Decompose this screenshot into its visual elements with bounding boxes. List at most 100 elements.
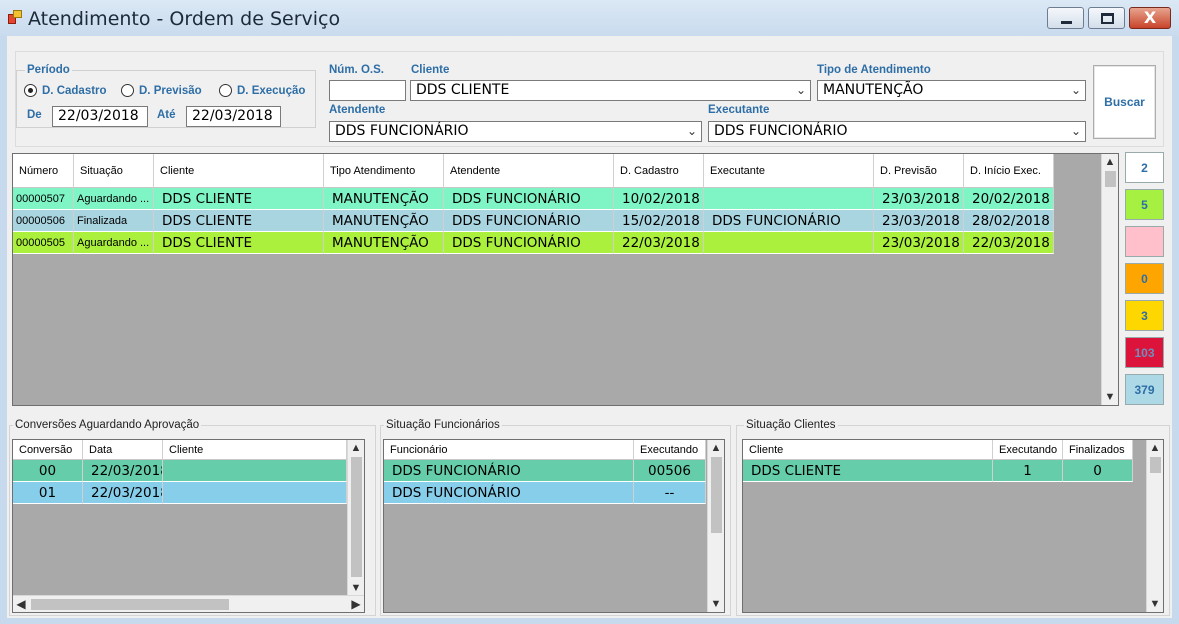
cell-tipo: MANUTENÇÃO — [324, 188, 444, 210]
table-row[interactable]: 00000505 Aguardando ... DDS CLIENTE MANUTEN… — [13, 232, 1054, 254]
ate-date-input[interactable]: 22/03/2018 — [186, 106, 281, 127]
tipo-atendimento-label: Tipo de Atendimento — [817, 64, 931, 76]
cell-situacao: Aguardando ... — [74, 188, 154, 210]
column-header[interactable]: Tipo Atendimento — [324, 154, 444, 188]
atendente-label: Atendente — [329, 104, 386, 116]
de-date-input[interactable]: 22/03/2018 — [52, 106, 148, 127]
scroll-down-icon[interactable]: ▼ — [708, 596, 724, 612]
radio-d-previsao[interactable]: D. Previsão — [121, 84, 202, 97]
minimize-button[interactable] — [1047, 7, 1084, 29]
scroll-down-icon[interactable]: ▼ — [348, 580, 364, 596]
column-header[interactable]: Cliente — [163, 440, 347, 460]
status-counter[interactable]: 379 — [1125, 374, 1164, 405]
de-label: De — [27, 109, 42, 121]
column-header[interactable]: Cliente — [154, 154, 324, 188]
radio-d-cadastro[interactable]: D. Cadastro — [24, 84, 107, 97]
column-header[interactable]: Cliente — [743, 440, 993, 460]
status-counter[interactable]: 3 — [1125, 300, 1164, 331]
scrollbar-thumb[interactable] — [31, 599, 229, 610]
buscar-button[interactable]: Buscar — [1093, 65, 1156, 139]
status-counter[interactable]: 2 — [1125, 152, 1164, 183]
radio-label: D. Cadastro — [42, 84, 107, 97]
column-header[interactable]: Número — [13, 154, 74, 188]
clientes-grid-header: Cliente Executando Finalizados — [743, 440, 1133, 460]
funcionarios-grid[interactable]: Funcionário Executando DDS FUNCIONÁRIO 005… — [383, 439, 725, 613]
scroll-down-icon[interactable]: ▼ — [1147, 596, 1163, 612]
scrollbar-thumb[interactable] — [1150, 457, 1161, 473]
cell-cliente: DDS CLIENTE — [743, 460, 993, 482]
scroll-up-icon[interactable]: ▲ — [348, 440, 364, 456]
cliente-select-value: DDS CLIENTE — [416, 82, 510, 98]
num-os-input[interactable] — [329, 80, 406, 101]
cell-executante — [704, 188, 874, 210]
executante-label: Executante — [708, 104, 770, 116]
radio-label: D. Execução — [237, 84, 306, 97]
scrollbar-thumb[interactable] — [711, 457, 722, 533]
scroll-right-icon[interactable]: ▶ — [348, 596, 364, 612]
table-row[interactable]: 01 22/03/2018 — [13, 482, 347, 504]
column-header[interactable]: Executando — [634, 440, 706, 460]
cell-cliente: DDS CLIENTE — [154, 232, 324, 254]
clientes-vertical-scrollbar[interactable]: ▲ ▼ — [1146, 440, 1163, 612]
scroll-up-icon[interactable]: ▲ — [708, 440, 724, 456]
column-header[interactable]: Executante — [704, 154, 874, 188]
status-counter[interactable] — [1125, 226, 1164, 257]
column-header[interactable]: Funcionário — [384, 440, 634, 460]
maximize-button[interactable] — [1088, 7, 1125, 29]
scroll-up-icon[interactable]: ▲ — [1147, 440, 1163, 456]
cell-finalizados: 0 — [1063, 460, 1133, 482]
executante-value: DDS FUNCIONÁRIO — [714, 123, 848, 139]
radio-d-execucao[interactable]: D. Execução — [219, 84, 305, 97]
cell-conversao: 01 — [13, 482, 83, 504]
conversoes-horizontal-scrollbar[interactable]: ◀ ▶ — [13, 595, 364, 612]
table-row[interactable]: DDS FUNCIONÁRIO 00506 — [384, 460, 706, 482]
scroll-up-icon[interactable]: ▲ — [1102, 154, 1118, 170]
conversoes-title: Conversões Aguardando Aprovação — [13, 419, 202, 431]
executante-select[interactable]: DDS FUNCIONÁRIO ⌄ — [708, 121, 1086, 142]
funcionarios-vertical-scrollbar[interactable]: ▲ ▼ — [707, 440, 724, 612]
orders-vertical-scrollbar[interactable]: ▲ ▼ — [1101, 154, 1118, 405]
cell-d_previsao: 23/03/2018 — [874, 210, 964, 232]
tipo-atendimento-select[interactable]: MANUTENÇÃO ⌄ — [817, 80, 1086, 101]
cell-cliente: DDS CLIENTE — [154, 210, 324, 232]
cell-funcionario: DDS FUNCIONÁRIO — [384, 460, 634, 482]
status-counter[interactable]: 103 — [1125, 337, 1164, 368]
status-counter[interactable]: 0 — [1125, 263, 1164, 294]
column-header[interactable]: Conversão — [13, 440, 83, 460]
num-os-label: Núm. O.S. — [329, 64, 384, 76]
chevron-down-icon: ⌄ — [1070, 124, 1081, 138]
cliente-select[interactable]: DDS CLIENTE ⌄ — [410, 80, 811, 101]
scrollbar-thumb[interactable] — [1105, 171, 1116, 187]
funcionarios-grid-header: Funcionário Executando — [384, 440, 706, 460]
clientes-grid[interactable]: Cliente Executando Finalizados DDS CLIENTE… — [742, 439, 1164, 613]
column-header[interactable]: Data — [83, 440, 163, 460]
column-header[interactable]: Finalizados — [1063, 440, 1133, 460]
chevron-down-icon: ⌄ — [1070, 83, 1081, 97]
column-header[interactable]: D. Previsão — [874, 154, 964, 188]
periodo-legend: Período — [25, 64, 72, 76]
atendente-select[interactable]: DDS FUNCIONÁRIO ⌄ — [329, 121, 702, 142]
scroll-left-icon[interactable]: ◀ — [13, 596, 29, 612]
table-row[interactable]: 00000506 Finalizada DDS CLIENTE MANUTENÇÃO D… — [13, 210, 1054, 232]
close-button[interactable]: X — [1129, 7, 1171, 29]
table-row[interactable]: DDS CLIENTE 1 0 — [743, 460, 1133, 482]
orders-grid-header: Número Situação Cliente Tipo Atendimento Ate… — [13, 154, 1054, 188]
status-counter[interactable]: 5 — [1125, 189, 1164, 220]
column-header[interactable]: Situação — [74, 154, 154, 188]
table-row[interactable]: 00 22/03/2018 — [13, 460, 347, 482]
orders-grid[interactable]: Número Situação Cliente Tipo Atendimento Ate… — [12, 153, 1119, 406]
conversoes-grid[interactable]: Conversão Data Cliente 00 22/03/2018 01 22/03… — [12, 439, 365, 613]
clientes-title: Situação Clientes — [744, 419, 838, 431]
table-row[interactable]: 00000507 Aguardando ... DDS CLIENTE MANUTEN… — [13, 188, 1054, 210]
column-header[interactable]: Executando — [993, 440, 1063, 460]
scrollbar-thumb[interactable] — [351, 457, 362, 577]
cell-executando: 00506 — [634, 460, 706, 482]
column-header[interactable]: Atendente — [444, 154, 614, 188]
radio-icon — [121, 84, 134, 97]
cell-cliente — [163, 482, 347, 504]
column-header[interactable]: D. Início Exec. — [964, 154, 1054, 188]
column-header[interactable]: D. Cadastro — [614, 154, 704, 188]
conversoes-vertical-scrollbar[interactable]: ▲ ▼ — [347, 440, 364, 596]
table-row[interactable]: DDS FUNCIONÁRIO -- — [384, 482, 706, 504]
scroll-down-icon[interactable]: ▼ — [1102, 389, 1118, 405]
